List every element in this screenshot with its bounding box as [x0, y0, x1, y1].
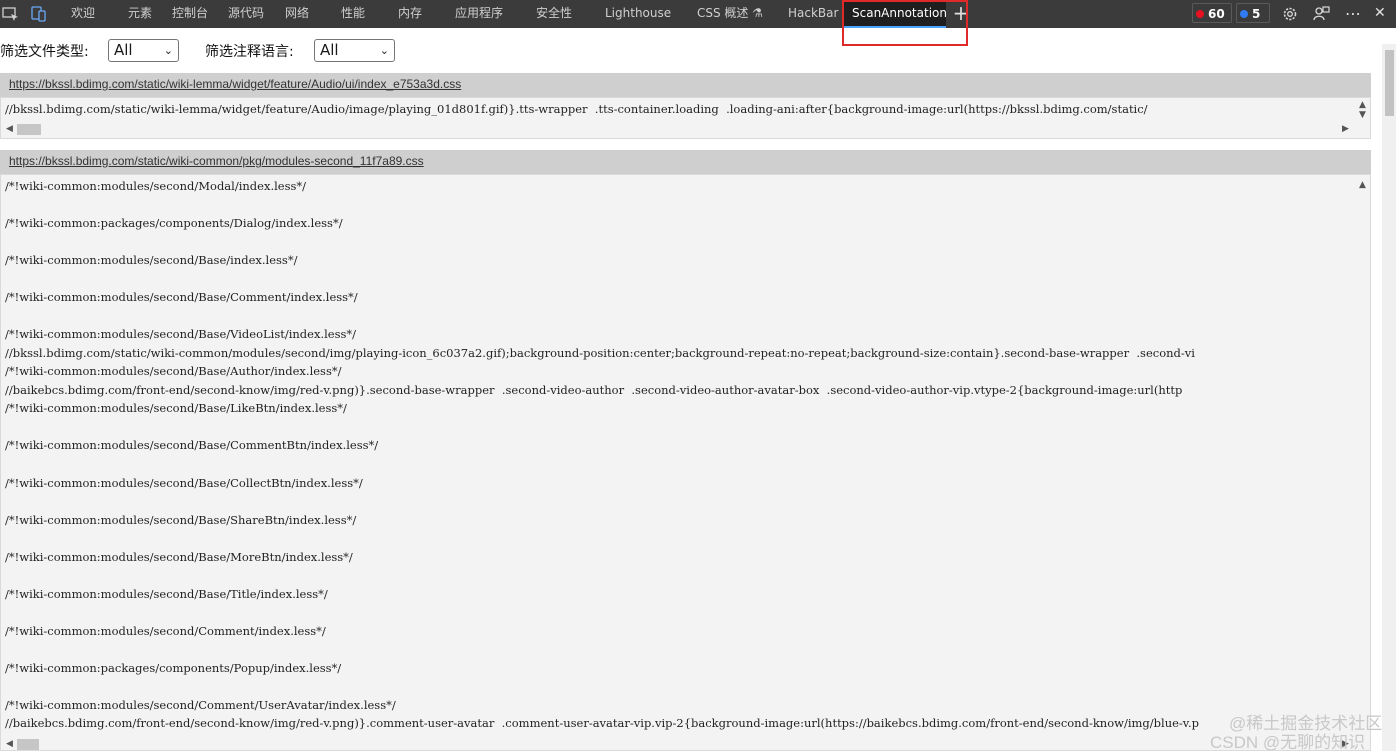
- tab-sources[interactable]: 源代码: [228, 0, 264, 28]
- code-line: /*!wiki-common:packages/components/Dialo…: [5, 216, 343, 230]
- scroll-right-icon[interactable]: ▶: [1342, 124, 1349, 134]
- code-line: /*!wiki-common:modules/second/Base/Title…: [5, 587, 328, 601]
- scroll-down-icon[interactable]: ▼: [1359, 110, 1366, 120]
- file-type-select[interactable]: All ⌄: [108, 39, 179, 62]
- issues-count: 5: [1252, 7, 1261, 21]
- code-line: /*!wiki-common:modules/second/Comment/in…: [5, 624, 326, 638]
- code-line: /*!wiki-common:modules/second/Base/index…: [5, 253, 298, 267]
- code-line: //baikebcs.bdimg.com/front-end/second-kn…: [5, 716, 1199, 730]
- tab-application[interactable]: 应用程序: [455, 0, 503, 28]
- code-line: /*!wiki-common:modules/second/Base/Autho…: [5, 364, 342, 378]
- tab-scanannotation[interactable]: ScanAnnotation: [843, 0, 947, 28]
- code-line: /*!wiki-common:modules/second/Comment/Us…: [5, 698, 396, 712]
- tab-network[interactable]: 网络: [285, 0, 309, 28]
- more-options-button[interactable]: ⋯: [1345, 0, 1361, 28]
- code-line: //bkssl.bdimg.com/static/wiki-common/mod…: [5, 346, 1195, 360]
- tab-elements[interactable]: 元素: [128, 0, 152, 28]
- code-line: /*!wiki-common:modules/second/Base/Comme…: [5, 290, 358, 304]
- tab-hackbar[interactable]: HackBar: [788, 0, 838, 28]
- error-icon: [1196, 10, 1204, 18]
- css-file-link[interactable]: https://bkssl.bdimg.com/static/wiki-comm…: [9, 154, 424, 168]
- watermark-csdn: CSDN @无聊的知识: [1210, 733, 1366, 752]
- horizontal-scroll-thumb[interactable]: [17, 124, 41, 135]
- file-type-filter-label: 筛选文件类型:: [0, 44, 89, 60]
- scroll-left-icon[interactable]: ◀: [6, 739, 13, 749]
- css-file-header: https://bkssl.bdimg.com/static/wiki-comm…: [0, 150, 1371, 174]
- tab-console[interactable]: 控制台: [172, 0, 208, 28]
- tab-welcome[interactable]: 欢迎: [71, 0, 95, 28]
- gear-icon[interactable]: [1281, 5, 1299, 23]
- tab-css-overview[interactable]: CSS 概述 ⚗: [697, 0, 763, 28]
- css-file-link[interactable]: https://bkssl.bdimg.com/static/wiki-lemm…: [9, 77, 461, 91]
- code-line: /*!wiki-common:modules/second/Base/LikeB…: [5, 401, 347, 415]
- tab-memory[interactable]: 内存: [398, 0, 422, 28]
- horizontal-scroll-thumb[interactable]: [17, 739, 39, 750]
- vertical-scrollbar[interactable]: ▲: [1357, 175, 1370, 750]
- language-select[interactable]: All ⌄: [314, 39, 395, 62]
- devtools-tabbar: 欢迎 元素 控制台 源代码 网络 性能 内存 应用程序 安全性 Lighthou…: [0, 0, 1396, 28]
- issue-icon: [1240, 10, 1248, 18]
- code-line: /*!wiki-common:modules/second/Base/Colle…: [5, 476, 363, 490]
- scroll-up-icon[interactable]: ▲: [1359, 180, 1366, 190]
- page-scroll-thumb[interactable]: [1385, 50, 1394, 116]
- errors-count: 60: [1208, 7, 1225, 21]
- file-type-selected-value: All: [114, 41, 133, 59]
- css-file-header: https://bkssl.bdimg.com/static/wiki-lemm…: [0, 73, 1371, 97]
- code-line: //baikebcs.bdimg.com/front-end/second-kn…: [5, 383, 1183, 397]
- code-line: /*!wiki-common:packages/components/Popup…: [5, 661, 342, 675]
- issues-badge[interactable]: 5: [1236, 3, 1270, 23]
- chevron-down-icon: ⌄: [379, 44, 389, 57]
- errors-badge[interactable]: 60: [1192, 3, 1232, 23]
- chevron-down-icon: ⌄: [163, 44, 173, 57]
- scroll-left-icon[interactable]: ◀: [6, 124, 13, 134]
- code-line: /*!wiki-common:modules/second/Base/Share…: [5, 513, 357, 527]
- page-scrollbar[interactable]: [1382, 44, 1396, 751]
- inspect-element-icon[interactable]: [2, 5, 20, 23]
- vertical-scrollbar[interactable]: ▲ ▼: [1357, 98, 1370, 138]
- language-selected-value: All: [320, 41, 339, 59]
- code-line: //bkssl.bdimg.com/static/wiki-lemma/widg…: [5, 102, 1148, 116]
- feedback-icon[interactable]: [1313, 5, 1331, 23]
- tab-performance[interactable]: 性能: [341, 0, 365, 28]
- code-line: /*!wiki-common:modules/second/Base/MoreB…: [5, 550, 353, 564]
- css-file-panel[interactable]: /*!wiki-common:modules/second/Modal/inde…: [0, 174, 1371, 751]
- code-line: /*!wiki-common:modules/second/Base/Comme…: [5, 438, 379, 452]
- code-line: /*!wiki-common:modules/second/Modal/inde…: [5, 179, 307, 193]
- add-tab-button[interactable]: +: [950, 0, 972, 28]
- tab-lighthouse[interactable]: Lighthouse: [605, 0, 671, 28]
- close-devtools-button[interactable]: ✕: [1374, 0, 1386, 28]
- scroll-up-icon[interactable]: ▲: [1359, 100, 1366, 110]
- language-filter-label: 筛选注释语言:: [205, 44, 294, 60]
- tab-security[interactable]: 安全性: [536, 0, 572, 28]
- device-emulation-icon[interactable]: [30, 5, 48, 23]
- code-line: /*!wiki-common:modules/second/Base/Video…: [5, 327, 357, 341]
- css-file-panel[interactable]: //bkssl.bdimg.com/static/wiki-lemma/widg…: [0, 97, 1371, 139]
